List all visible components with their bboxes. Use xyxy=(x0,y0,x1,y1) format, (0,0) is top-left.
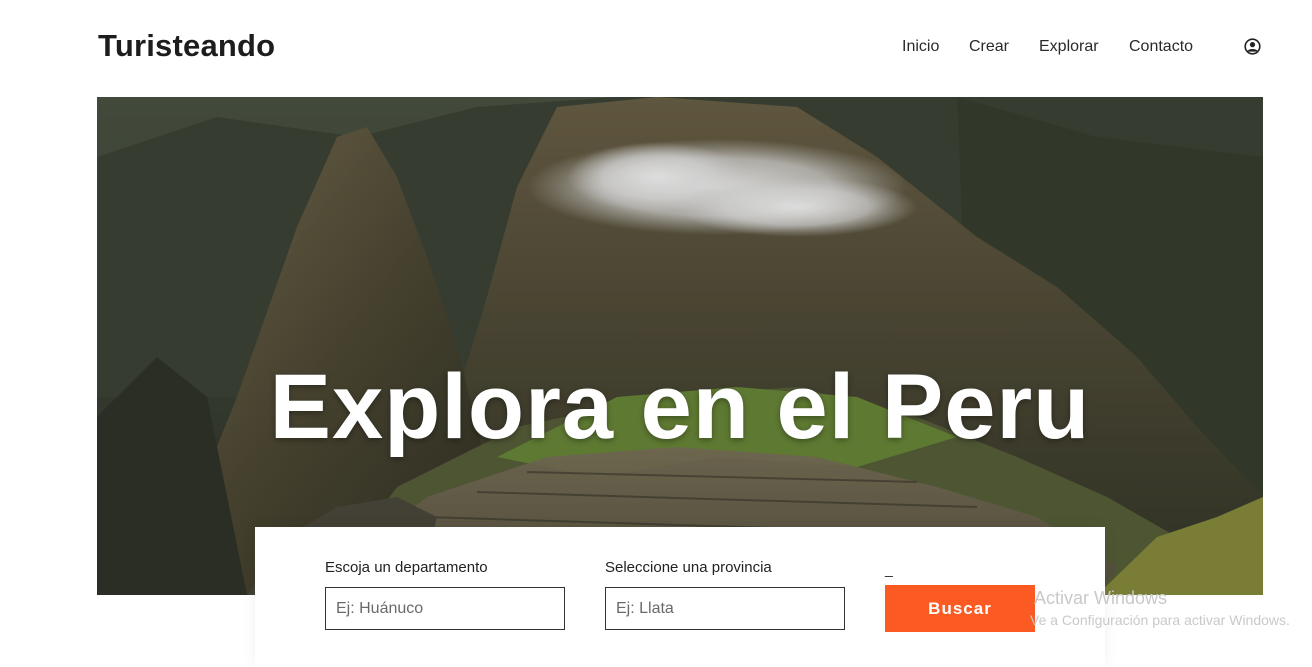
windows-activation-subtitle: Ve a Configuración para activar Windows. xyxy=(1030,612,1290,628)
nav-link-crear[interactable]: Crear xyxy=(969,38,1009,56)
user-circle-icon[interactable] xyxy=(1244,38,1261,55)
department-input[interactable] xyxy=(325,587,565,630)
search-panel: Escoja un departamento Seleccione una pr… xyxy=(255,527,1105,667)
hero-banner: Explora en el Peru xyxy=(97,97,1263,595)
nav-link-explorar[interactable]: Explorar xyxy=(1039,38,1099,56)
province-input[interactable] xyxy=(605,587,845,630)
button-label-placeholder: _ xyxy=(885,561,893,577)
nav-link-contacto[interactable]: Contacto xyxy=(1129,38,1193,56)
province-label: Seleccione una provincia xyxy=(605,559,772,576)
windows-activation-title: Activar Windows xyxy=(1034,588,1168,608)
main-nav: Inicio Crear Explorar Contacto xyxy=(0,38,1312,60)
hero-title: Explora en el Peru xyxy=(269,355,1091,458)
nav-link-inicio[interactable]: Inicio xyxy=(902,38,939,56)
department-label: Escoja un departamento xyxy=(325,559,488,576)
machu-picchu-mountains-photo xyxy=(97,97,1263,595)
search-button[interactable]: Buscar xyxy=(885,585,1035,632)
